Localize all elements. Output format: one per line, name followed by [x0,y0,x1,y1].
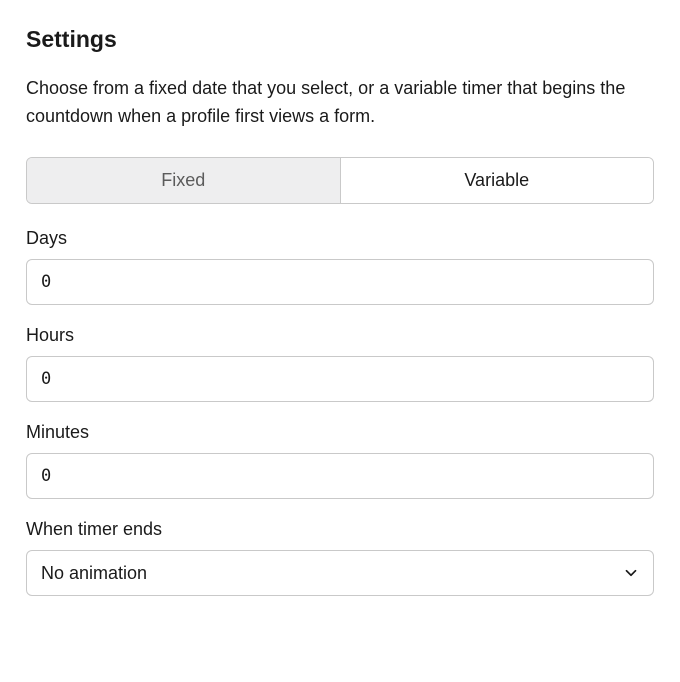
days-input[interactable] [26,259,654,305]
when-timer-ends-label: When timer ends [26,519,654,540]
timer-type-segmented-control: Fixed Variable [26,157,654,204]
settings-description: Choose from a fixed date that you select… [26,75,654,131]
days-field-group: Days [26,228,654,305]
minutes-field-group: Minutes [26,422,654,499]
tab-fixed[interactable]: Fixed [27,158,340,203]
when-timer-ends-select-wrapper: No animation [26,550,654,596]
hours-field-group: Hours [26,325,654,402]
hours-input[interactable] [26,356,654,402]
page-title: Settings [26,26,654,53]
days-label: Days [26,228,654,249]
when-timer-ends-field-group: When timer ends No animation [26,519,654,596]
hours-label: Hours [26,325,654,346]
tab-variable[interactable]: Variable [340,158,654,203]
minutes-label: Minutes [26,422,654,443]
minutes-input[interactable] [26,453,654,499]
when-timer-ends-select[interactable]: No animation [26,550,654,596]
